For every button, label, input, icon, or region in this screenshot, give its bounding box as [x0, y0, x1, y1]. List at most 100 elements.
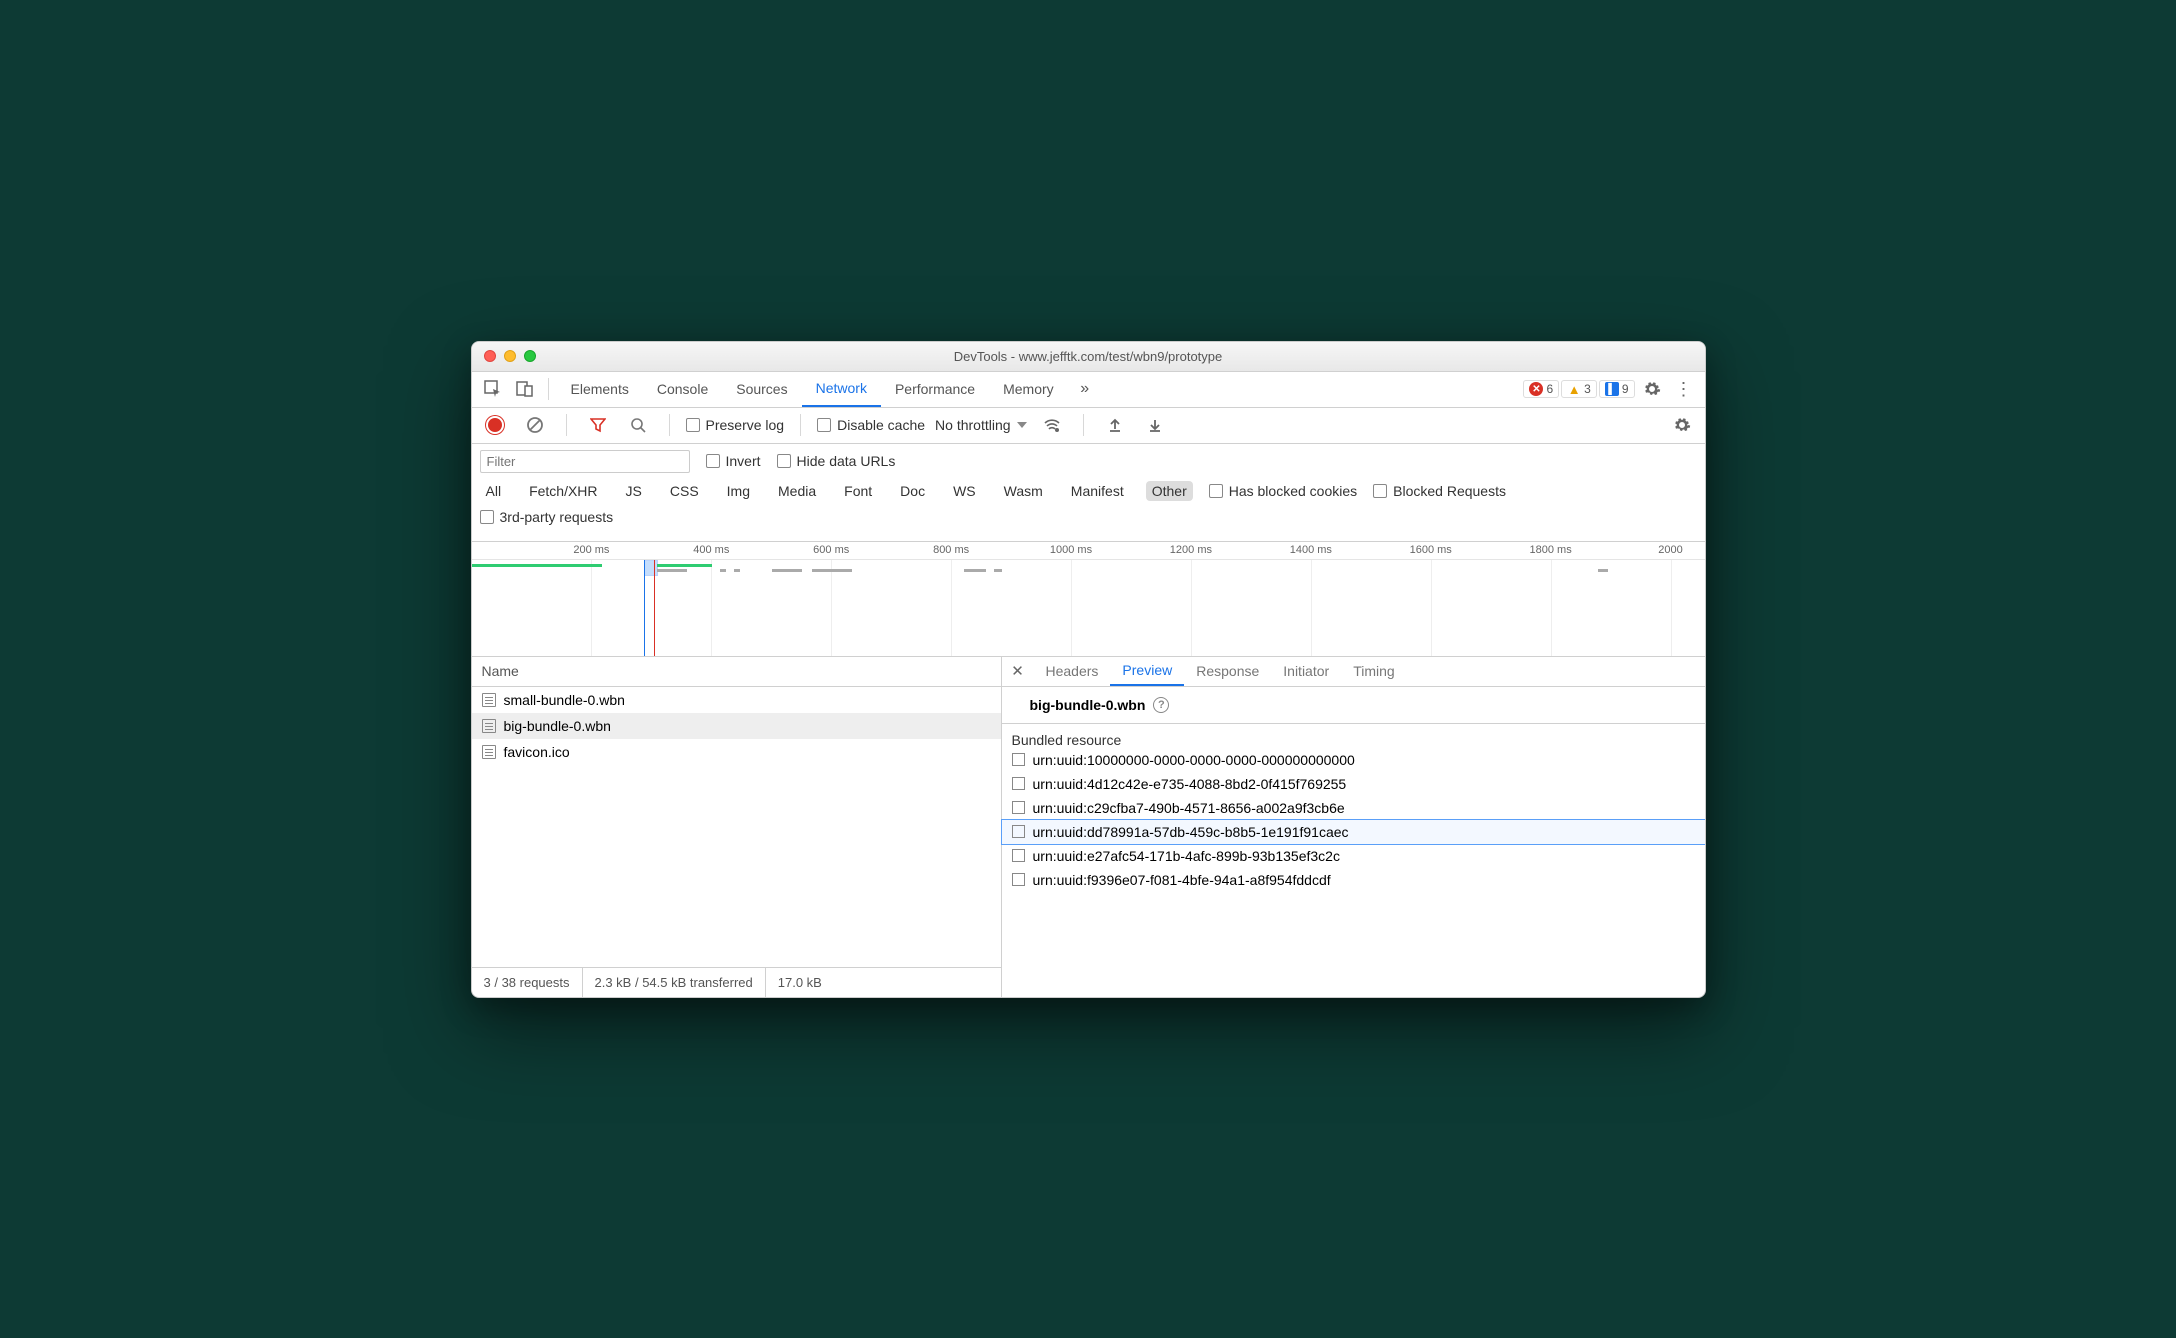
file-icon — [482, 745, 496, 759]
tab-sources[interactable]: Sources — [722, 372, 801, 407]
request-name: favicon.ico — [504, 744, 570, 760]
close-detail-icon[interactable]: ✕ — [1006, 662, 1030, 680]
message-count-badge[interactable]: ▌9 — [1599, 380, 1635, 398]
timeline-tick: 1400 ms — [1290, 544, 1332, 556]
invert-checkbox[interactable]: Invert — [706, 453, 761, 469]
document-icon — [1012, 777, 1025, 790]
panel-settings-icon[interactable] — [1667, 410, 1697, 440]
detail-tab-response[interactable]: Response — [1184, 657, 1271, 686]
filter-icon[interactable] — [583, 410, 613, 440]
devtools-window: DevTools - www.jefftk.com/test/wbn9/prot… — [471, 341, 1706, 998]
bundled-resource-row[interactable]: urn:uuid:4d12c42e-e735-4088-8bd2-0f415f7… — [1002, 772, 1705, 796]
resource-url: urn:uuid:4d12c42e-e735-4088-8bd2-0f415f7… — [1033, 776, 1347, 792]
upload-icon[interactable] — [1100, 410, 1130, 440]
has-blocked-cookies-checkbox[interactable]: Has blocked cookies — [1209, 483, 1357, 499]
bundled-resource-label: Bundled resource — [1002, 724, 1705, 748]
resource-url: urn:uuid:e27afc54-171b-4afc-899b-93b135e… — [1033, 848, 1340, 864]
file-icon — [482, 719, 496, 733]
detail-tab-preview[interactable]: Preview — [1110, 657, 1184, 686]
tabs-overflow-button[interactable]: » — [1070, 374, 1100, 404]
timeline-tick: 2000 — [1658, 544, 1682, 556]
filter-type-js[interactable]: JS — [620, 481, 648, 501]
tab-elements[interactable]: Elements — [557, 372, 643, 407]
timeline-tick: 400 ms — [693, 544, 729, 556]
device-toolbar-icon[interactable] — [510, 374, 540, 404]
filter-type-fetchxhr[interactable]: Fetch/XHR — [523, 481, 603, 501]
resource-url: urn:uuid:dd78991a-57db-459c-b8b5-1e191f9… — [1033, 824, 1349, 840]
filter-bar: Invert Hide data URLs All Fetch/XHR JS CSS I… — [472, 444, 1705, 542]
resource-url: urn:uuid:10000000-0000-0000-0000-0000000… — [1033, 752, 1355, 768]
bundled-resource-row[interactable]: urn:uuid:f9396e07-f081-4bfe-94a1-a8f954f… — [1002, 868, 1705, 892]
filter-type-other[interactable]: Other — [1146, 481, 1193, 501]
detail-tab-initiator[interactable]: Initiator — [1271, 657, 1341, 686]
bundled-resource-row[interactable]: urn:uuid:10000000-0000-0000-0000-0000000… — [1002, 748, 1705, 772]
file-icon — [482, 693, 496, 707]
inspect-element-icon[interactable] — [478, 374, 508, 404]
tab-network[interactable]: Network — [802, 372, 881, 407]
blocked-requests-checkbox[interactable]: Blocked Requests — [1373, 483, 1506, 499]
document-icon — [1012, 825, 1025, 838]
resource-url: urn:uuid:f9396e07-f081-4bfe-94a1-a8f954f… — [1033, 872, 1331, 888]
tab-memory[interactable]: Memory — [989, 372, 1068, 407]
record-button[interactable] — [480, 410, 510, 440]
more-icon[interactable]: ⋮ — [1669, 374, 1699, 404]
window-title: DevTools - www.jefftk.com/test/wbn9/prot… — [472, 349, 1705, 364]
request-row[interactable]: favicon.ico — [472, 739, 1001, 765]
download-icon[interactable] — [1140, 410, 1170, 440]
filter-type-doc[interactable]: Doc — [894, 481, 931, 501]
detail-tab-headers[interactable]: Headers — [1034, 657, 1111, 686]
filter-type-media[interactable]: Media — [772, 481, 822, 501]
filter-type-font[interactable]: Font — [838, 481, 878, 501]
bundled-resource-row[interactable]: urn:uuid:c29cfba7-490b-4571-8656-a002a9f… — [1002, 796, 1705, 820]
error-count-badge[interactable]: ✕6 — [1523, 380, 1559, 398]
third-party-checkbox[interactable]: 3rd-party requests — [480, 509, 614, 525]
status-requests: 3 / 38 requests — [472, 968, 583, 997]
timeline-overview[interactable]: 200 ms 400 ms 600 ms 800 ms 1000 ms 1200 ms 14… — [472, 542, 1705, 657]
detail-tab-timing[interactable]: Timing — [1341, 657, 1407, 686]
network-conditions-icon[interactable] — [1037, 410, 1067, 440]
tab-performance[interactable]: Performance — [881, 372, 989, 407]
timeline-tick: 1800 ms — [1530, 544, 1572, 556]
disable-cache-checkbox[interactable]: Disable cache — [817, 417, 925, 433]
help-icon[interactable]: ? — [1153, 697, 1169, 713]
warning-count-badge[interactable]: ▲3 — [1561, 380, 1597, 398]
filter-type-img[interactable]: Img — [721, 481, 756, 501]
request-name: big-bundle-0.wbn — [504, 718, 611, 734]
clear-icon[interactable] — [520, 410, 550, 440]
tab-console[interactable]: Console — [643, 372, 722, 407]
filter-type-ws[interactable]: WS — [947, 481, 982, 501]
timeline-tick: 800 ms — [933, 544, 969, 556]
status-bar: 3 / 38 requests 2.3 kB / 54.5 kB transfe… — [472, 967, 1001, 997]
timeline-tick: 1000 ms — [1050, 544, 1092, 556]
hide-data-urls-checkbox[interactable]: Hide data URLs — [777, 453, 896, 469]
document-icon — [1012, 849, 1025, 862]
preserve-log-checkbox[interactable]: Preserve log — [686, 417, 785, 433]
preview-title: big-bundle-0.wbn — [1030, 697, 1146, 713]
name-column-header[interactable]: Name — [472, 657, 1001, 687]
timeline-tick: 600 ms — [813, 544, 849, 556]
bundled-resource-row[interactable]: urn:uuid:e27afc54-171b-4afc-899b-93b135e… — [1002, 844, 1705, 868]
detail-panel: ✕ HeadersPreviewResponseInitiatorTiming … — [1002, 657, 1705, 997]
network-toolbar: Preserve log Disable cache No throttling — [472, 408, 1705, 444]
filter-input[interactable] — [480, 450, 690, 473]
filter-type-all[interactable]: All — [480, 481, 508, 501]
resource-url: urn:uuid:c29cfba7-490b-4571-8656-a002a9f… — [1033, 800, 1345, 816]
bundled-resource-row[interactable]: urn:uuid:dd78991a-57db-459c-b8b5-1e191f9… — [1002, 820, 1705, 844]
throttling-select[interactable]: No throttling — [935, 417, 1026, 433]
status-transferred: 2.3 kB / 54.5 kB transferred — [583, 968, 766, 997]
filter-type-css[interactable]: CSS — [664, 481, 705, 501]
filter-type-wasm[interactable]: Wasm — [998, 481, 1049, 501]
settings-icon[interactable] — [1637, 374, 1667, 404]
main-tabs: ElementsConsoleSourcesNetworkPerformance… — [472, 372, 1705, 408]
request-row[interactable]: small-bundle-0.wbn — [472, 687, 1001, 713]
chevron-down-icon — [1017, 422, 1027, 428]
timeline-tick: 1200 ms — [1170, 544, 1212, 556]
request-list-panel: Name small-bundle-0.wbn big-bundle-0.wbn f… — [472, 657, 1002, 997]
search-icon[interactable] — [623, 410, 653, 440]
status-resources: 17.0 kB — [766, 968, 834, 997]
document-icon — [1012, 873, 1025, 886]
timeline-tick: 200 ms — [573, 544, 609, 556]
filter-type-manifest[interactable]: Manifest — [1065, 481, 1130, 501]
document-icon — [1012, 801, 1025, 814]
request-row[interactable]: big-bundle-0.wbn — [472, 713, 1001, 739]
